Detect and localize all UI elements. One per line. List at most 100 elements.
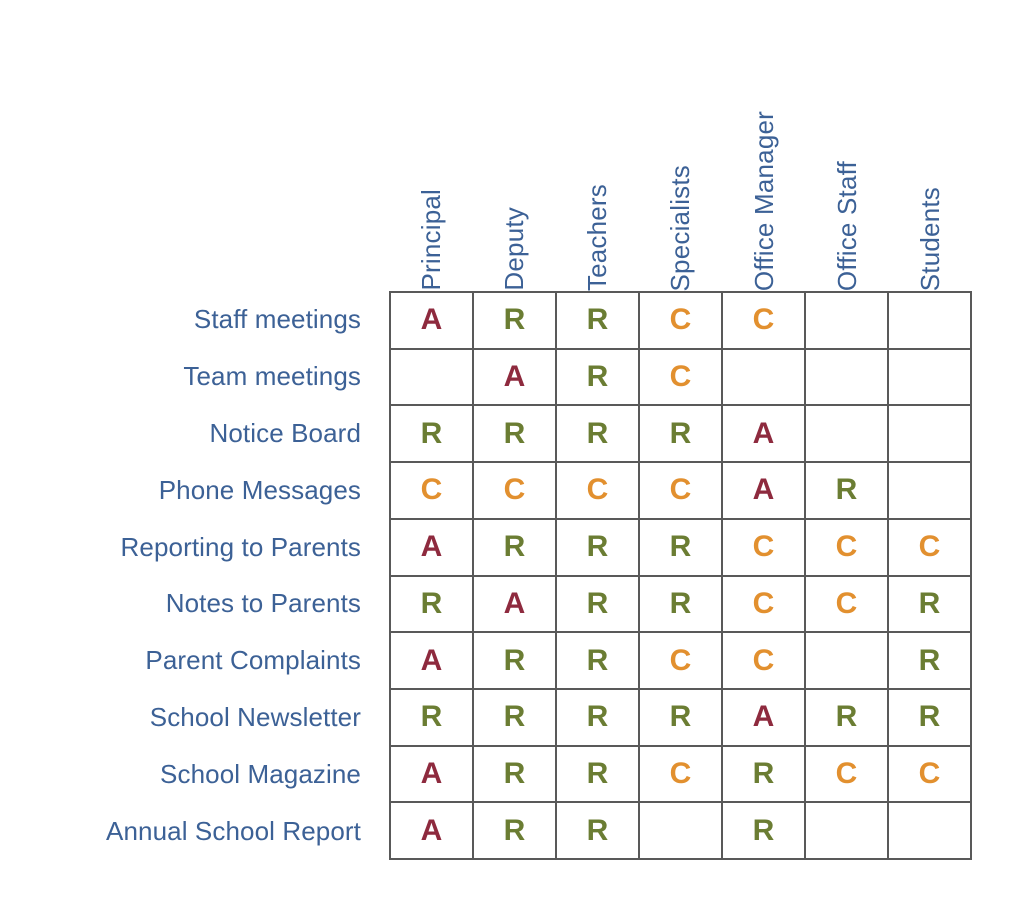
raci-cell-r: R <box>474 293 557 350</box>
row-label-phone-messages: Phone Messages <box>158 474 361 505</box>
column-header-label: Office Staff <box>832 160 863 291</box>
row-label-notes-to-parents: Notes to Parents <box>165 588 361 619</box>
raci-cell-r: R <box>474 746 557 804</box>
raci-cell-r: R <box>474 689 557 747</box>
row-label-staff-meetings: Staff meetings <box>193 303 361 334</box>
raci-cell-empty <box>806 349 889 407</box>
table-row: ARC <box>391 349 972 407</box>
table-row: ARRCRCC <box>391 746 972 804</box>
raci-cell-c: C <box>889 519 972 577</box>
raci-cell-empty <box>889 463 972 520</box>
raci-cell-empty <box>889 406 972 464</box>
table-row: ARRCCR <box>391 633 972 690</box>
raci-cell-r: R <box>806 689 889 747</box>
row-label-parent-complaints: Parent Complaints <box>145 645 361 676</box>
raci-cell-r: R <box>557 406 640 464</box>
raci-cell-r: R <box>557 293 640 350</box>
raci-cell-c: C <box>806 576 889 634</box>
raci-cell-c: C <box>723 633 806 690</box>
raci-cell-r: R <box>889 576 972 634</box>
raci-cell-r: R <box>806 463 889 520</box>
raci-cell-a: A <box>474 349 557 407</box>
raci-cell-a: A <box>723 406 806 464</box>
raci-cell-r: R <box>557 349 640 407</box>
raci-grid: ARRCCARCRRRRACCCCARARRRCCCRARRCCRARRCCRR… <box>389 291 972 861</box>
raci-cell-c: C <box>640 633 723 690</box>
raci-cell-r: R <box>557 519 640 577</box>
raci-cell-r: R <box>474 633 557 690</box>
row-label-team-meetings: Team meetings <box>183 360 361 391</box>
column-header-specialists: Specialists <box>639 0 722 291</box>
column-header-label: Students <box>915 186 946 291</box>
raci-cell-empty <box>806 293 889 350</box>
row-label-school-magazine: School Magazine <box>160 759 361 790</box>
raci-cell-r: R <box>557 746 640 804</box>
raci-cell-r: R <box>557 633 640 690</box>
raci-cell-a: A <box>391 803 474 861</box>
column-header-principal: Principal <box>389 0 472 291</box>
raci-cell-c: C <box>806 519 889 577</box>
raci-cell-c: C <box>640 349 723 407</box>
raci-cell-a: A <box>391 633 474 690</box>
raci-cell-r: R <box>723 746 806 804</box>
raci-cell-r: R <box>557 803 640 861</box>
column-header-band: Principal Deputy Teachers Specialists Of… <box>389 0 972 291</box>
row-label-annual-school-report: Annual School Report <box>106 816 361 847</box>
raci-matrix: Principal Deputy Teachers Specialists Of… <box>0 0 1024 898</box>
column-header-office-manager: Office Manager <box>722 0 805 291</box>
row-label-reporting-to-parents: Reporting to Parents <box>120 531 361 562</box>
raci-cell-r: R <box>723 803 806 861</box>
raci-cell-c: C <box>557 463 640 520</box>
table-row: RRRRARR <box>391 689 972 747</box>
raci-cell-r: R <box>889 689 972 747</box>
raci-cell-r: R <box>391 406 474 464</box>
table-row: ARRCC <box>391 293 972 350</box>
raci-cell-a: A <box>474 576 557 634</box>
raci-cell-a: A <box>391 519 474 577</box>
raci-cell-r: R <box>474 406 557 464</box>
column-header-label: Deputy <box>498 207 529 291</box>
column-header-deputy: Deputy <box>472 0 555 291</box>
column-header-label: Specialists <box>665 164 696 291</box>
raci-cell-r: R <box>391 576 474 634</box>
raci-cell-empty <box>806 633 889 690</box>
column-header-office-staff: Office Staff <box>805 0 888 291</box>
raci-cell-a: A <box>391 293 474 350</box>
raci-cell-empty <box>806 803 889 861</box>
raci-cell-a: A <box>723 463 806 520</box>
raci-cell-r: R <box>557 576 640 634</box>
column-header-label: Teachers <box>582 183 613 291</box>
raci-cell-a: A <box>723 689 806 747</box>
raci-cell-empty <box>889 293 972 350</box>
raci-cell-r: R <box>474 803 557 861</box>
row-label-school-newsletter: School Newsletter <box>149 702 361 733</box>
table-row: ARRR <box>391 803 972 861</box>
raci-cell-c: C <box>474 463 557 520</box>
table-row: RRRRA <box>391 406 972 464</box>
raci-cell-c: C <box>723 576 806 634</box>
column-header-label: Principal <box>415 189 446 291</box>
raci-cell-c: C <box>391 463 474 520</box>
raci-cell-empty <box>391 349 474 407</box>
raci-cell-empty <box>640 803 723 861</box>
column-header-teachers: Teachers <box>556 0 639 291</box>
raci-cell-r: R <box>640 576 723 634</box>
raci-cell-c: C <box>723 519 806 577</box>
raci-cell-r: R <box>889 633 972 690</box>
raci-cell-empty <box>889 803 972 861</box>
raci-cell-a: A <box>391 746 474 804</box>
column-header-label: Office Manager <box>748 110 779 291</box>
raci-cell-r: R <box>640 689 723 747</box>
raci-cell-r: R <box>640 406 723 464</box>
raci-cell-c: C <box>640 463 723 520</box>
table-row: CCCCAR <box>391 463 972 520</box>
raci-cell-c: C <box>640 746 723 804</box>
raci-cell-empty <box>806 406 889 464</box>
column-header-students: Students <box>889 0 972 291</box>
raci-cell-empty <box>889 349 972 407</box>
raci-cell-c: C <box>723 293 806 350</box>
table-row: ARRRCCC <box>391 519 972 577</box>
raci-cell-c: C <box>889 746 972 804</box>
raci-cell-r: R <box>474 519 557 577</box>
row-label-notice-board: Notice Board <box>209 417 361 448</box>
